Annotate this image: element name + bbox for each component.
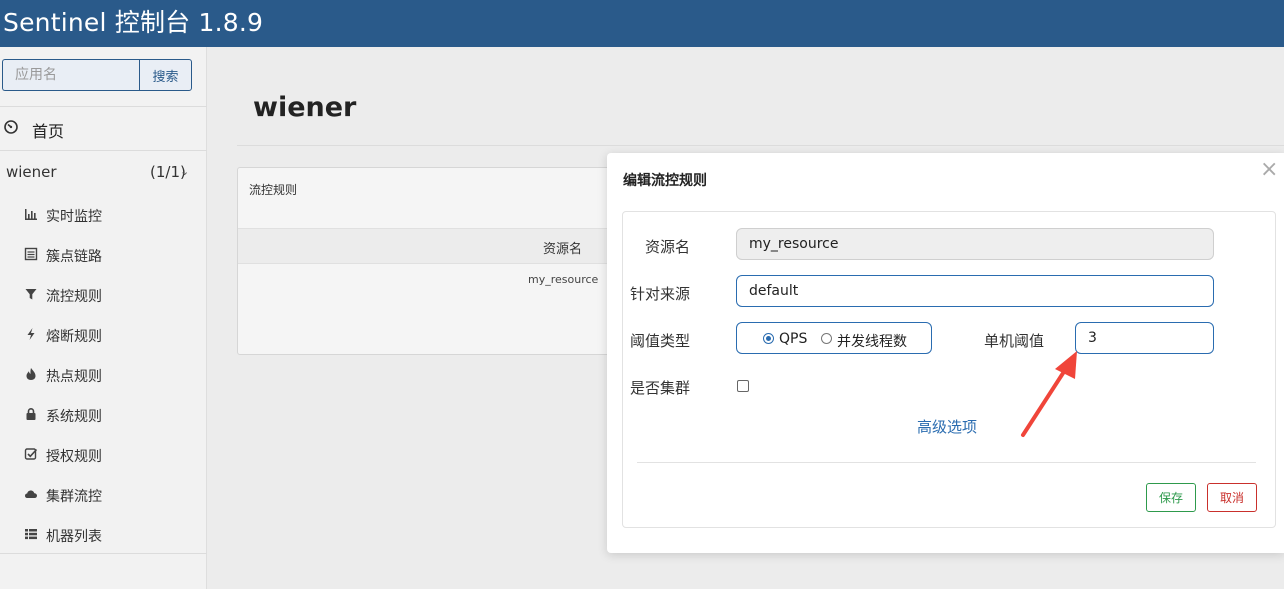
divider: [0, 150, 207, 151]
grade-thread-label[interactable]: 并发线程数: [837, 331, 907, 351]
cancel-button[interactable]: 取消: [1207, 483, 1257, 512]
flow-rule-form: 资源名 my_resource 针对来源 default 阈值类型 QPS 并发…: [622, 211, 1276, 528]
annotation-arrow-icon: [1021, 351, 1077, 437]
cloud-icon: [25, 490, 37, 498]
sidebar-item-system-rules[interactable]: 系统规则: [0, 399, 207, 429]
check-square-icon: [24, 448, 38, 460]
app-title[interactable]: Sentinel 控制台 1.8.9: [3, 3, 263, 39]
flash-icon: [27, 328, 35, 340]
sidebar-item-flow-rules[interactable]: 流控规则: [0, 279, 207, 309]
sidebar-item-label: 熔断规则: [46, 329, 102, 345]
limit-app-label: 针对来源: [630, 285, 691, 303]
search-button[interactable]: 搜索: [139, 59, 192, 91]
sidebar-item-label: 热点规则: [46, 369, 102, 385]
sidebar-item-label: 首页: [32, 122, 65, 141]
table-cell-resource: my_resource: [528, 273, 599, 286]
cluster-mode-checkbox[interactable]: [737, 380, 749, 392]
dashboard-icon: [4, 120, 18, 134]
panel-heading: 流控规则: [249, 183, 298, 197]
chevron-down-icon: ⌄: [180, 165, 190, 178]
sidebar-item-machine-list[interactable]: 机器列表: [0, 519, 207, 549]
single-threshold-input[interactable]: 3: [1075, 322, 1214, 354]
threshold-type-label: 阈值类型: [630, 332, 691, 350]
sidebar-item-cluster-flow[interactable]: 集群流控: [0, 479, 207, 509]
cluster-mode-label: 是否集群: [630, 379, 691, 397]
sidebar-item-home[interactable]: 首页: [0, 106, 207, 150]
close-icon[interactable]: ×: [1260, 159, 1278, 181]
sidebar-item-realtime-monitor[interactable]: 实时监控: [0, 199, 207, 229]
page-title: wiener: [253, 92, 357, 123]
sidebar-app-wiener[interactable]: wiener (1/1) ⌄: [0, 157, 207, 187]
top-navbar: Sentinel 控制台 1.8.9: [0, 0, 1284, 47]
sidebar-item-label: 系统规则: [46, 409, 102, 425]
column-header-resource: 资源名: [543, 242, 583, 257]
sidebar: 搜索 首页 wiener (1/1) ⌄ 实时监控 簇点链路 流控规则: [0, 47, 207, 589]
save-button[interactable]: 保存: [1146, 483, 1196, 512]
flow-rules-panel: 流控规则 资源名 my_resource: [237, 167, 617, 355]
lock-icon: [26, 408, 36, 420]
divider: [0, 553, 207, 554]
bar-chart-icon: [25, 209, 37, 220]
advanced-options-link[interactable]: 高级选项: [917, 416, 977, 437]
table-header: 资源名: [238, 228, 616, 264]
sidebar-item-degrade-rules[interactable]: 熔断规则: [0, 319, 207, 349]
resource-label: 资源名: [645, 238, 691, 256]
divider: [237, 145, 1284, 146]
list-icon: [24, 247, 38, 261]
sidebar-item-hotspot-rules[interactable]: 热点规则: [0, 359, 207, 389]
grade-qps-label[interactable]: QPS: [779, 331, 807, 347]
sidebar-item-label: 授权规则: [46, 449, 102, 465]
th-list-icon: [25, 529, 37, 540]
app-search: 搜索: [2, 59, 192, 91]
limit-app-input[interactable]: default: [736, 275, 1214, 307]
app-search-input[interactable]: [2, 59, 139, 91]
sidebar-item-label: 集群流控: [46, 489, 102, 505]
sidebar-item-authority-rules[interactable]: 授权规则: [0, 439, 207, 469]
grade-qps-radio[interactable]: [763, 333, 774, 344]
edit-flow-rule-dialog: 编辑流控规则 × 资源名 my_resource 针对来源 default 阈值…: [607, 153, 1284, 553]
sidebar-item-label: 流控规则: [46, 289, 102, 305]
sidebar-item-label: 簇点链路: [46, 249, 102, 265]
sidebar-item-label: 实时监控: [46, 209, 102, 225]
app-name: wiener: [6, 163, 57, 181]
grade-thread-radio[interactable]: [821, 333, 832, 344]
dialog-title: 编辑流控规则: [623, 173, 707, 189]
filter-icon: [25, 289, 37, 300]
threshold-type-radio-group: QPS 并发线程数: [736, 322, 932, 354]
divider: [637, 462, 1256, 463]
resource-field: my_resource: [736, 228, 1214, 260]
sidebar-item-label: 机器列表: [46, 529, 102, 545]
fire-icon: [26, 368, 36, 380]
sidebar-item-cluster-link[interactable]: 簇点链路: [0, 239, 207, 269]
